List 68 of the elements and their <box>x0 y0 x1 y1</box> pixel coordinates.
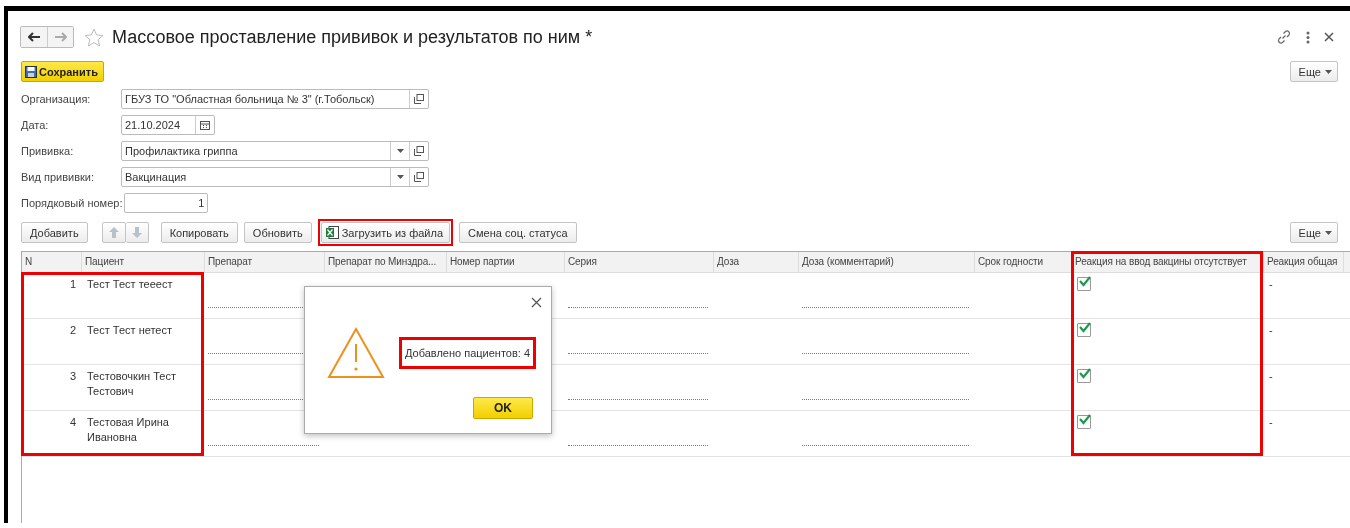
dropdown-caret-icon[interactable] <box>396 149 404 153</box>
close-icon[interactable] <box>1324 32 1334 42</box>
close-icon[interactable] <box>531 297 542 308</box>
window-title: Массовое проставление прививок и результатов по ним * <box>112 26 593 48</box>
column-header[interactable]: Серия <box>565 252 714 272</box>
table-cell: - <box>1269 324 1273 336</box>
checkbox[interactable] <box>1077 369 1091 383</box>
spreadsheet-icon <box>325 226 339 239</box>
dropdown-caret-icon[interactable] <box>396 175 404 179</box>
checkbox[interactable] <box>1077 415 1091 429</box>
table-cell: 3 <box>69 370 76 382</box>
field-label: Организация: <box>21 93 92 105</box>
dialog-message: Добавлено пациентов: 4 <box>405 346 531 360</box>
column-header[interactable]: Реакция на ввод вакцины отсутствует <box>1072 252 1264 272</box>
column-header[interactable]: Доза <box>714 252 799 272</box>
warning-icon <box>327 327 385 379</box>
caret-icon <box>1325 69 1332 74</box>
open-window-icon[interactable] <box>414 172 424 182</box>
table-cell: Тест Тест тееест <box>87 278 173 290</box>
toolbar-button[interactable]: Смена соц. статуса <box>459 222 577 243</box>
table-cell: 2 <box>69 324 76 336</box>
forward-arrow-icon <box>54 32 67 42</box>
checkbox[interactable] <box>1077 277 1091 291</box>
back-button[interactable] <box>21 27 47 47</box>
caret-icon <box>1325 230 1332 235</box>
toolbar-button[interactable]: Копировать <box>160 222 238 243</box>
table-cell: 1 <box>69 278 76 290</box>
table-cell: - <box>1269 416 1273 428</box>
column-header[interactable]: Номер партии <box>447 252 565 272</box>
column-header[interactable]: Препарат по Минздра... <box>325 252 447 272</box>
toolbar-button[interactable]: Загрузить из файла <box>320 222 451 243</box>
column-header[interactable]: Доза (комментарий) <box>799 252 975 272</box>
more-button[interactable]: Еще <box>1289 222 1338 243</box>
calendar-icon[interactable] <box>200 120 210 130</box>
column-header[interactable]: Реакция общая <box>1264 252 1344 272</box>
table-cell: Тестовочкин Тест Тестович <box>87 370 176 397</box>
up-arrow-icon <box>108 227 119 238</box>
table-cell: Тестовая Ирина Ивановна <box>87 416 169 443</box>
open-window-icon[interactable] <box>414 146 424 156</box>
field-label: Прививка: <box>21 145 75 157</box>
save-button[interactable]: Сохранить <box>21 61 104 82</box>
table-cell: - <box>1269 278 1273 290</box>
column-header[interactable]: N <box>22 252 82 272</box>
down-arrow-icon <box>131 227 142 238</box>
open-window-icon[interactable] <box>414 94 424 104</box>
ok-button[interactable]: OK <box>473 397 533 419</box>
checkbox[interactable] <box>1077 323 1091 337</box>
input-field[interactable]: 1 <box>124 193 209 213</box>
column-header[interactable]: Препарат <box>205 252 325 272</box>
input-field[interactable]: Вакцинация <box>121 167 429 187</box>
input-field[interactable]: ГБУЗ ТО "Областная больница № 3" (г.Тобольск) <box>121 89 429 109</box>
input-field[interactable]: 21.10.2024 <box>121 115 215 135</box>
table-cell: 4 <box>69 416 76 428</box>
star-icon[interactable] <box>84 27 104 47</box>
column-header[interactable]: Срок годности <box>975 252 1072 272</box>
field-label: Порядковый номер: <box>21 197 123 209</box>
input-field[interactable]: Профилактика гриппа <box>121 141 429 161</box>
field-label: Дата: <box>21 119 50 131</box>
more-icon[interactable] <box>1306 30 1310 44</box>
toolbar-button[interactable]: Обновить <box>243 222 312 243</box>
column-header[interactable]: Пациент <box>82 252 205 272</box>
more-button[interactable]: Еще <box>1289 61 1338 82</box>
toolbar-button[interactable]: Добавить <box>21 222 88 243</box>
field-label: Вид прививки: <box>21 171 96 183</box>
back-arrow-icon <box>27 32 41 42</box>
table-cell: - <box>1269 370 1273 382</box>
link-icon[interactable] <box>1276 29 1292 45</box>
table-cell: Тест Тест нетест <box>87 324 173 336</box>
